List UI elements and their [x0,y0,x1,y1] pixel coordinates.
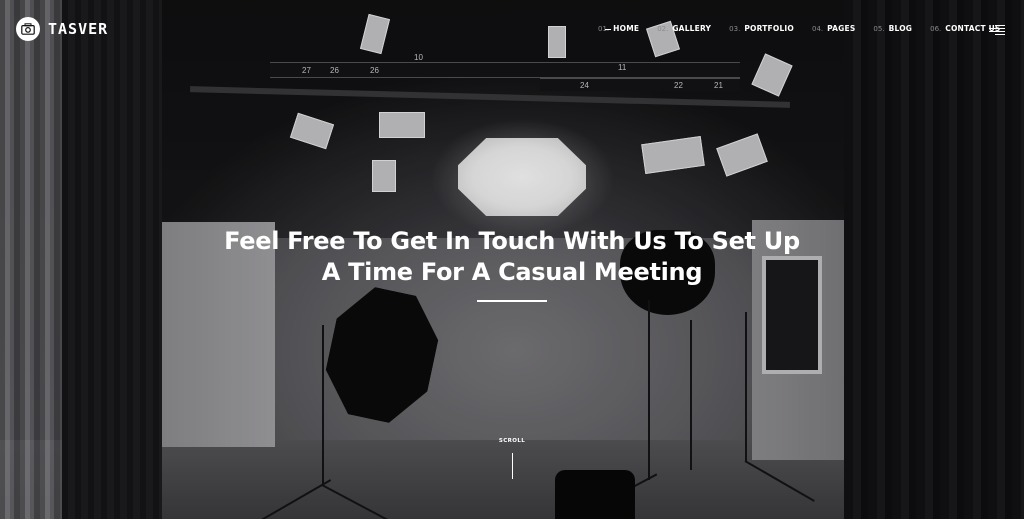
hamburger-menu-icon[interactable] [989,24,1005,36]
nav-number: 02. [657,25,669,33]
nav-item-home[interactable]: 01. HOME [598,24,639,33]
nav-label: HOME [605,24,640,33]
nav-item-pages[interactable]: 04. PAGES [812,24,855,33]
hero-section: Feel Free To Get In Touch With Us To Set… [0,226,1024,302]
scroll-label: SCROLL [498,438,526,444]
nav-number: 06. [930,25,942,33]
hero-title-line-2: A Time For A Casual Meeting [321,258,703,286]
nav-item-gallery[interactable]: 02. GALLERY [657,24,711,33]
nav-item-portfolio[interactable]: 03. PORTFOLIO [729,24,794,33]
nav-label: GALLERY [672,24,712,33]
main-navigation: 01. HOME 02. GALLERY 03. PORTFOLIO 04. P… [598,24,1018,33]
scroll-line [511,453,513,479]
camera-icon [16,17,40,41]
site-header: TASVER 01. HOME 02. GALLERY 03. PORTFOLI… [0,0,1024,60]
hero-title: Feel Free To Get In Touch With Us To Set… [0,226,1024,288]
hero-title-line-1: Feel Free To Get In Touch With Us To Set… [224,227,800,255]
nav-number: 05. [873,25,885,33]
brand-name: TASVER [48,20,109,38]
nav-number: 04. [811,25,824,33]
site-logo[interactable]: TASVER [16,17,108,41]
nav-label: PORTFOLIO [744,24,794,33]
nav-item-blog[interactable]: 05. BLOG [873,24,912,33]
scroll-indicator[interactable]: SCROLL [0,438,1024,479]
hero-divider [477,300,547,302]
nav-label: BLOG [888,24,913,33]
nav-number: 03. [729,25,741,33]
nav-label: PAGES [827,24,856,33]
